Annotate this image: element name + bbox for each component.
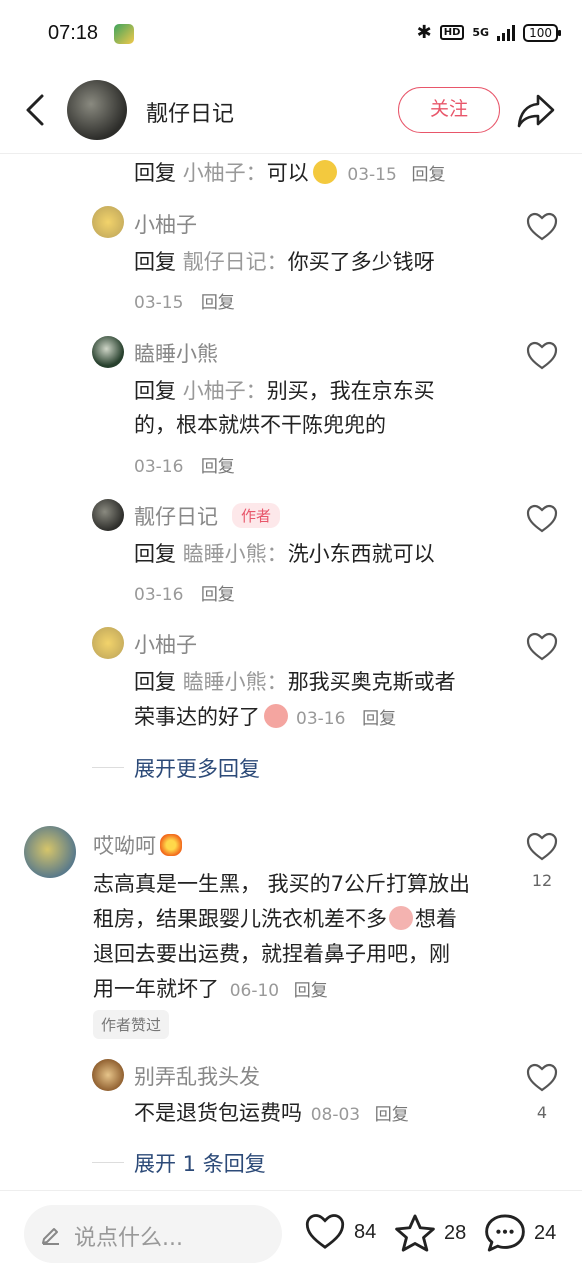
comment-body-line: 用一年就坏了 06-10 回复	[93, 977, 328, 1001]
crying-emoji-icon	[389, 906, 413, 930]
reply-body: 回复 瞌睡小熊：那我买奥克斯或者	[134, 670, 456, 694]
avatar[interactable]	[92, 206, 124, 238]
expand-more-replies[interactable]: 展开更多回复	[134, 753, 260, 783]
heart-icon[interactable]	[526, 832, 558, 862]
notification-app-icon	[114, 24, 134, 44]
reply-target[interactable]: 小柚子：	[183, 379, 267, 403]
heart-icon[interactable]	[526, 341, 558, 371]
like-count: 12	[531, 871, 553, 890]
bottom-action-bar: 说点什么... 84 28 24	[0, 1190, 582, 1280]
reply-author[interactable]: 小柚子	[134, 209, 197, 239]
reply-body: 回复 瞌睡小熊：洗小东西就可以	[134, 542, 435, 566]
reply-button[interactable]: 回复	[201, 293, 235, 313]
reply-target[interactable]: 靓仔日记：	[183, 250, 288, 274]
author-name[interactable]: 靓仔日记	[146, 96, 234, 128]
expand-replies[interactable]: 展开 1 条回复	[134, 1148, 266, 1178]
heart-icon[interactable]	[526, 1063, 558, 1093]
heart-icon[interactable]	[526, 504, 558, 534]
heart-icon[interactable]	[526, 212, 558, 242]
avatar[interactable]	[92, 336, 124, 368]
reply-button[interactable]: 回复	[362, 709, 396, 729]
reply-date: 08-03	[310, 1105, 361, 1125]
reply-meta: 03-16 回复	[134, 585, 235, 605]
reply-body-line: 荣事达的好了 03-16 回复	[134, 704, 397, 729]
pencil-icon	[42, 1228, 59, 1245]
comment-body-line: 志高真是一生黑， 我买的7公斤打算放出	[93, 872, 471, 896]
author-badge: 作者	[232, 503, 281, 528]
reply-target[interactable]: 瞌睡小熊：	[183, 542, 288, 566]
reply-body: 不是退货包运费吗 08-03 回复	[134, 1101, 409, 1125]
comment-input[interactable]: 说点什么...	[24, 1205, 282, 1263]
share-icon[interactable]	[516, 92, 556, 130]
divider	[92, 767, 124, 768]
avatar[interactable]	[92, 1059, 124, 1091]
input-placeholder: 说点什么...	[74, 1226, 183, 1251]
signal-icon	[497, 24, 516, 41]
star-icon	[395, 1214, 435, 1252]
follow-button[interactable]: 关注	[398, 87, 500, 133]
comment-list[interactable]: 回复 小柚子：可以 03-15 回复 小柚子 回复 靓仔日记：你买了多少钱呀 0…	[0, 155, 582, 1188]
avatar[interactable]	[92, 499, 124, 531]
reply-author[interactable]: 小柚子	[134, 629, 197, 659]
reply-button[interactable]: 回复	[411, 165, 445, 185]
reply-target[interactable]: 瞌睡小熊：	[183, 670, 288, 694]
reply-date: 03-15	[347, 165, 397, 185]
author-avatar[interactable]	[67, 80, 127, 140]
reply-author[interactable]: 靓仔日记	[134, 501, 218, 531]
comment-body-line: 租房，结果跟婴儿洗衣机差不多 想着	[93, 906, 457, 931]
reply-meta: 03-16 回复	[134, 457, 235, 477]
comment-bubble-icon	[485, 1214, 525, 1252]
reply-body: 回复 靓仔日记：你买了多少钱呀	[134, 250, 435, 274]
like-action[interactable]: 84	[304, 1213, 376, 1251]
emoji-icon	[312, 160, 337, 184]
reply-button[interactable]: 回复	[294, 981, 328, 1001]
avatar[interactable]	[24, 826, 76, 878]
reply-author[interactable]: 瞌睡小熊	[134, 338, 218, 368]
back-arrow-icon[interactable]	[20, 92, 50, 128]
comment-body-line: 退回去要出运费，就捏着鼻子用吧，刚	[93, 942, 450, 966]
reply-body-line: 的，根本就烘不干陈兜兜的	[134, 413, 386, 437]
status-icons: ✱ HD 5G 100	[416, 22, 561, 43]
heart-icon[interactable]	[526, 632, 558, 662]
collect-action[interactable]: 28	[394, 1213, 466, 1253]
hd-icon: HD	[439, 25, 465, 40]
reply-button[interactable]: 回复	[201, 585, 235, 605]
emoji-icon	[264, 704, 288, 728]
reply-meta: 03-15 回复	[134, 293, 235, 313]
avatar[interactable]	[92, 627, 124, 659]
reply-prefix: 回复	[134, 161, 176, 185]
divider	[92, 1162, 124, 1163]
reply-fragment: 回复 小柚子：可以 03-15 回复	[134, 155, 445, 193]
reply-body: 回复 小柚子：别买，我在京东买	[134, 379, 435, 403]
comment-author[interactable]: 哎呦呵	[93, 834, 156, 858]
star-count: 28	[444, 1221, 467, 1244]
reply-button[interactable]: 回复	[375, 1105, 409, 1125]
reply-target[interactable]: 小柚子：	[183, 161, 267, 185]
header: 靓仔日记 关注	[0, 70, 582, 154]
bluetooth-icon: ✱	[416, 22, 432, 43]
heart-icon	[305, 1214, 345, 1249]
battery-icon: 100	[523, 23, 561, 42]
comment-date: 06-10	[229, 981, 280, 1001]
status-time: 07:18	[48, 22, 99, 44]
reply-text: 可以	[266, 161, 309, 185]
status-bar: 07:18 ✱ HD 5G 100	[0, 0, 582, 70]
reply-button[interactable]: 回复	[201, 457, 235, 477]
comment-author-row: 哎呦呵	[93, 830, 182, 860]
comment-count: 24	[534, 1221, 557, 1244]
like-count: 84	[354, 1220, 377, 1243]
reply-author[interactable]: 别弄乱我头发	[134, 1061, 260, 1091]
network-type: 5G	[472, 26, 490, 39]
author-liked-badge: 作者赞过	[93, 1010, 170, 1039]
comment-action[interactable]: 24	[484, 1213, 556, 1253]
like-count: 4	[536, 1103, 548, 1122]
explosion-emoji-icon	[160, 834, 182, 856]
